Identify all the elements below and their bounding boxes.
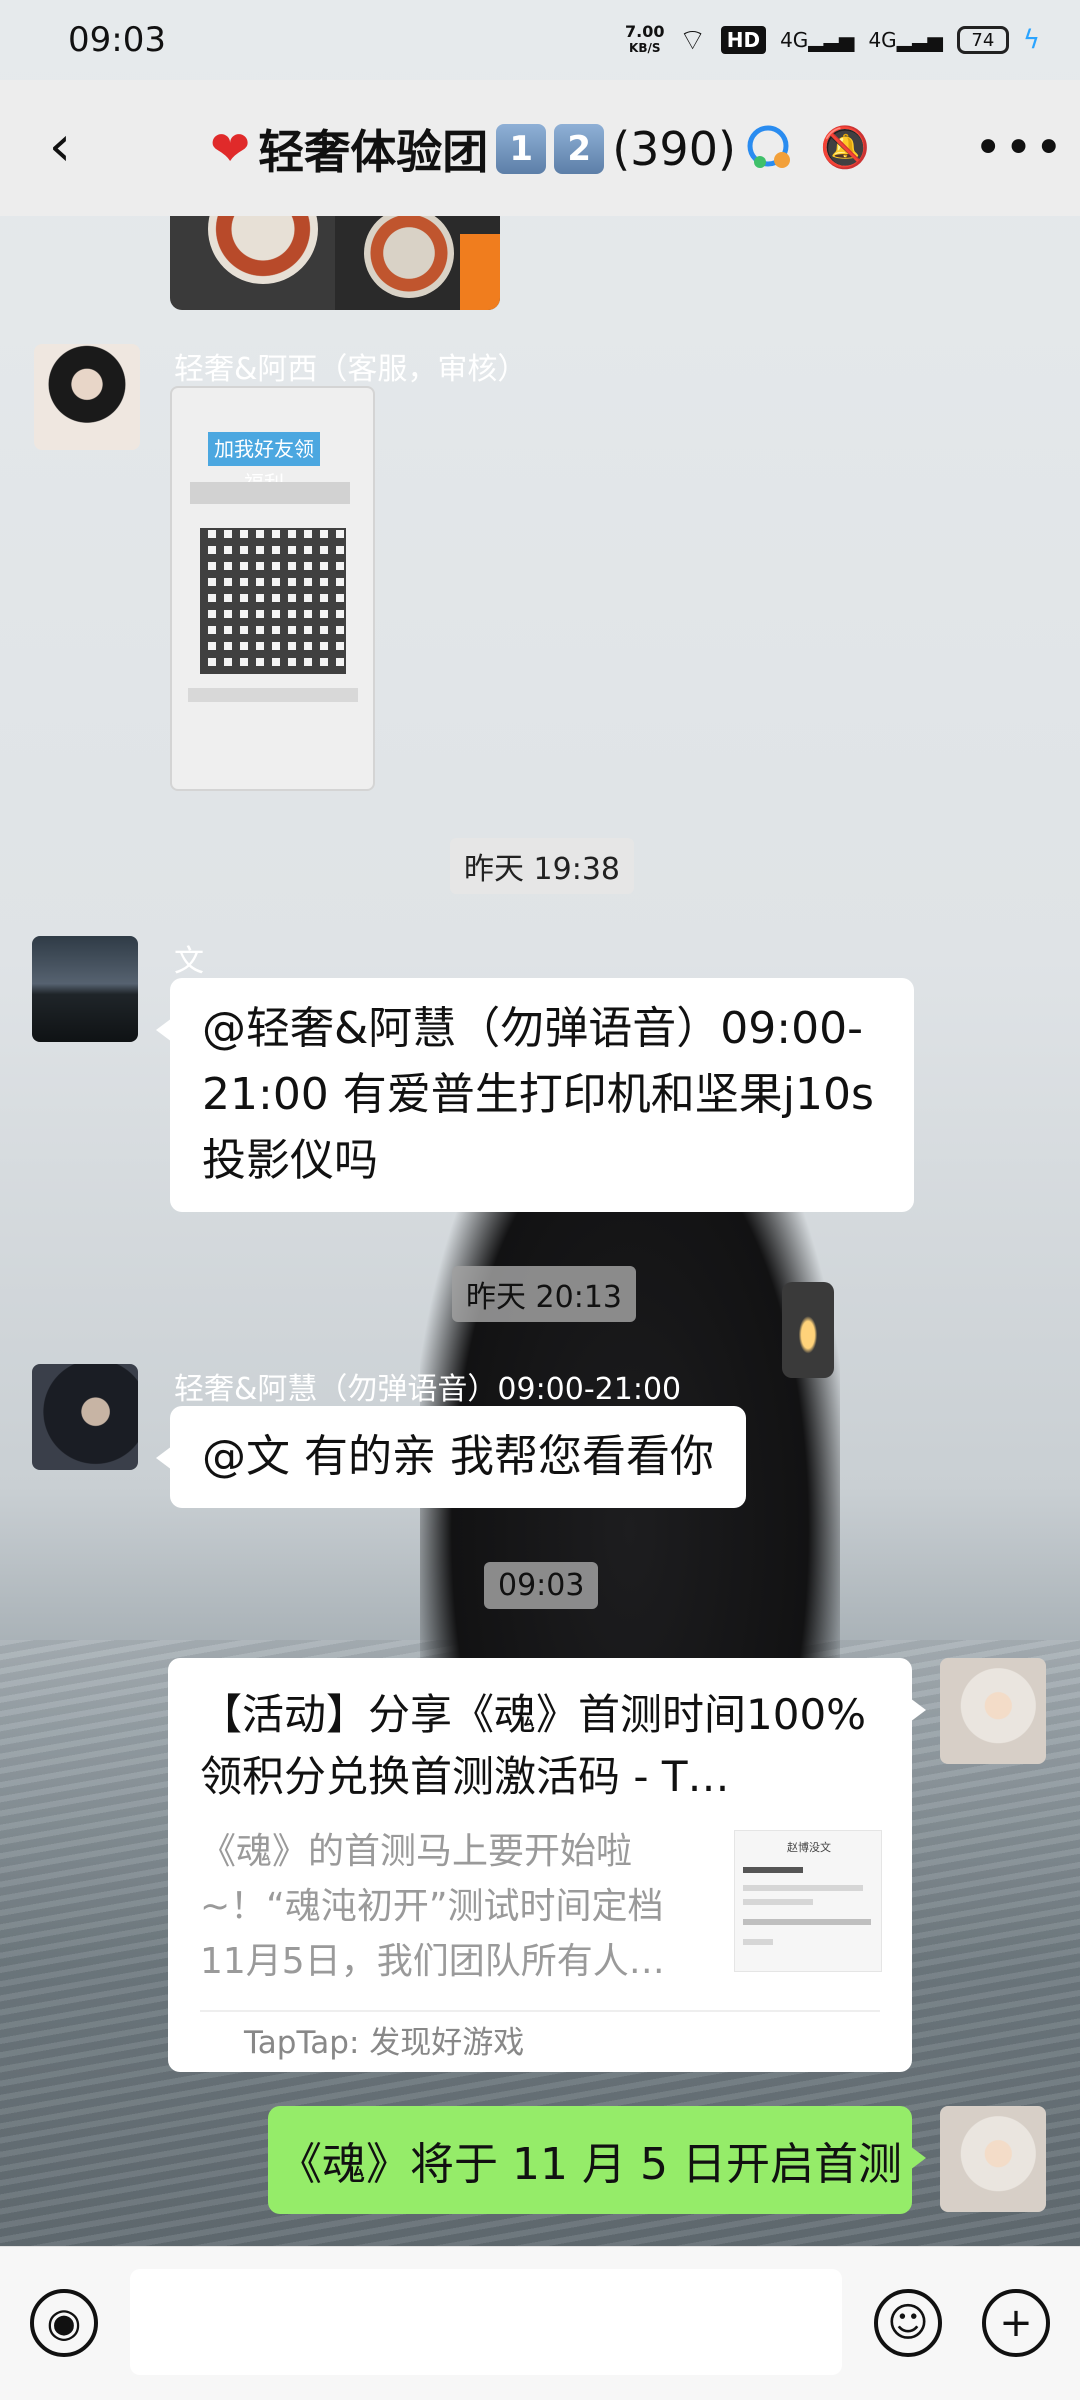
thumbnail-title: 赵博没文	[787, 1841, 831, 1854]
input-bar: ◉ ☺ +	[0, 2246, 1080, 2400]
voice-input-icon[interactable]: ◉	[30, 2289, 98, 2357]
link-thumbnail: 赵博没文	[734, 1830, 882, 1972]
hd-badge: HD	[720, 26, 767, 54]
sender-name: 轻奢&阿慧（勿弹语音）09:00-21:00	[174, 1372, 682, 1407]
sender-name: 轻奢&阿西（客服，审核）	[174, 352, 528, 387]
thumbnail-line	[743, 1885, 863, 1891]
text-message[interactable]: @轻奢&阿慧（勿弹语音）09:00-21:00 有爱普生打印机和坚果j10s投影…	[156, 978, 914, 1212]
link-source: TapTap: 发现好游戏	[244, 2025, 525, 2061]
message-text: 《魂》将于 11 月 5 日开启首测	[278, 2139, 902, 2190]
signal-4g-icon: 4G▂▃▅	[868, 28, 943, 52]
message-text: @轻奢&阿慧（勿弹语音）09:00-21:00 有爱普生打印机和坚果j10s投影…	[202, 1003, 874, 1186]
thumbnail-line	[743, 1919, 871, 1925]
add-icon[interactable]: +	[982, 2289, 1050, 2357]
avatar[interactable]	[32, 936, 138, 1042]
status-bar: 09:03 7.00 KB/S ⌔ HD 4G▂▃▅ 4G▂▃▅ 74 ϟ	[0, 0, 1080, 80]
text-message-self[interactable]: 《魂》将于 11 月 5 日开启首测	[268, 2106, 926, 2214]
status-icons: 7.00 KB/S ⌔ HD 4G▂▃▅ 4G▂▃▅ 74 ϟ	[625, 21, 1040, 59]
avatar-self[interactable]	[940, 1658, 1046, 1764]
wifi-icon: ⌔	[678, 23, 707, 58]
lantern-icon	[782, 1282, 834, 1378]
timestamp: 昨天 20:13	[452, 1266, 636, 1322]
timestamp: 09:03	[484, 1562, 599, 1609]
thumbnail-line	[743, 1867, 803, 1873]
group-chat-icon	[747, 125, 790, 168]
charging-icon: ϟ	[1022, 25, 1040, 55]
timestamp: 昨天 19:38	[450, 838, 634, 894]
link-description: 《魂》的首测马上要开始啦~！“魂沌初开”测试时间定档11月5日，我们团队所有人…	[200, 1831, 665, 1982]
back-icon[interactable]: ‹	[30, 114, 90, 179]
link-divider	[200, 2010, 880, 2012]
qr-code-image-message[interactable]: 加我好友领福利	[170, 386, 375, 791]
sender-name: 文	[174, 944, 204, 979]
qr-card-header: 加我好友领福利	[208, 432, 320, 495]
member-count: (390)	[612, 122, 736, 176]
group-name: 轻奢体验团	[258, 125, 489, 179]
link-card-message[interactable]: 【活动】分享《魂》首测时间100%领积分兑换首测激活码 - T… 《魂》的首测马…	[168, 1658, 926, 2072]
signal-4g-icon: 4G▂▃▅	[780, 28, 855, 52]
message-input[interactable]	[130, 2269, 842, 2375]
number-badge-1: 1	[496, 124, 547, 174]
food-plate-image	[208, 214, 318, 284]
number-badge-2: 2	[554, 124, 605, 174]
food-plate-image	[364, 214, 454, 298]
thumbnail-line	[743, 1939, 773, 1945]
thumbnail-line	[743, 1899, 813, 1905]
avatar[interactable]	[34, 344, 140, 450]
status-time: 09:03	[68, 20, 166, 60]
group-title[interactable]: ❤ 轻奢体验团 1 2 (390)	[210, 114, 798, 184]
chat-header: ‹ ❤ 轻奢体验团 1 2 (390) 🔕 •••	[0, 80, 1080, 216]
message-text: @文 有的亲 我帮您看看你	[202, 1431, 714, 1482]
network-speed: 7.00 KB/S	[625, 22, 665, 55]
mute-bell-icon: 🔕	[820, 125, 870, 171]
battery-icon: 74	[956, 26, 1009, 54]
image-message-food[interactable]	[170, 214, 500, 310]
text-message[interactable]: @文 有的亲 我帮您看看你	[156, 1406, 746, 1508]
emoji-icon[interactable]: ☺	[874, 2289, 942, 2357]
qr-card-footer	[188, 688, 358, 702]
link-title: 【活动】分享《魂》首测时间100%领积分兑换首测激活码 - T…	[200, 1690, 867, 1801]
avatar-self[interactable]	[940, 2106, 1046, 2212]
avatar[interactable]	[32, 1364, 138, 1470]
orange-object	[460, 234, 500, 310]
qr-card-line	[190, 482, 350, 504]
qr-code-icon	[200, 528, 346, 674]
heart-icon: ❤	[210, 121, 251, 177]
more-options-icon[interactable]: •••	[974, 120, 1065, 176]
